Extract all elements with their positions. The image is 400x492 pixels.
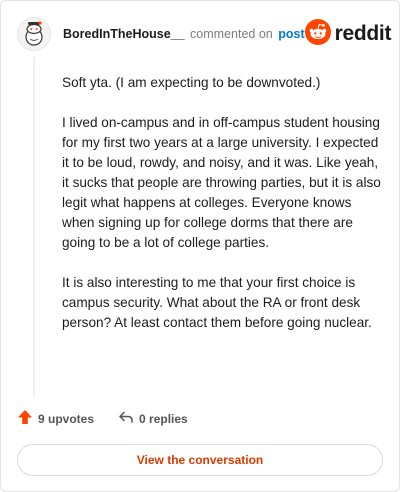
reddit-logo-icon — [304, 18, 331, 50]
comment-meta: BoredInTheHouse__ commented on post — [63, 27, 305, 41]
comment-body: Soft yta. (I am expecting to be downvote… — [62, 73, 382, 353]
view-conversation-button[interactable]: View the conversation — [17, 444, 383, 476]
comment-paragraph: It is also interesting to me that your f… — [62, 275, 372, 330]
comment-header: BoredInTheHouse__ commented on post redd… — [17, 17, 391, 51]
commented-on-text: commented on — [190, 27, 273, 41]
comment-paragraph: I lived on-campus and in off-campus stud… — [62, 115, 381, 250]
snoo-avatar-icon[interactable] — [17, 17, 51, 51]
replies-button[interactable]: 0 replies — [118, 409, 188, 428]
upvote-button[interactable]: 9 upvotes — [17, 409, 94, 428]
username-link[interactable]: BoredInTheHouse__ — [63, 27, 185, 41]
comment-paragraph: Soft yta. (I am expecting to be downvote… — [62, 75, 321, 90]
reddit-wordmark: reddit — [334, 22, 392, 45]
comment-actions: 9 upvotes 0 replies — [17, 409, 188, 428]
thread-line — [33, 57, 35, 397]
upvote-arrow-icon — [17, 409, 33, 428]
reddit-brand[interactable]: reddit — [304, 18, 392, 50]
reddit-comment-card: BoredInTheHouse__ commented on post redd… — [0, 0, 400, 492]
upvotes-count: 9 upvotes — [38, 411, 95, 426]
reply-arrow-icon — [118, 409, 134, 428]
post-link[interactable]: post — [278, 27, 304, 41]
replies-count: 0 replies — [139, 411, 188, 426]
